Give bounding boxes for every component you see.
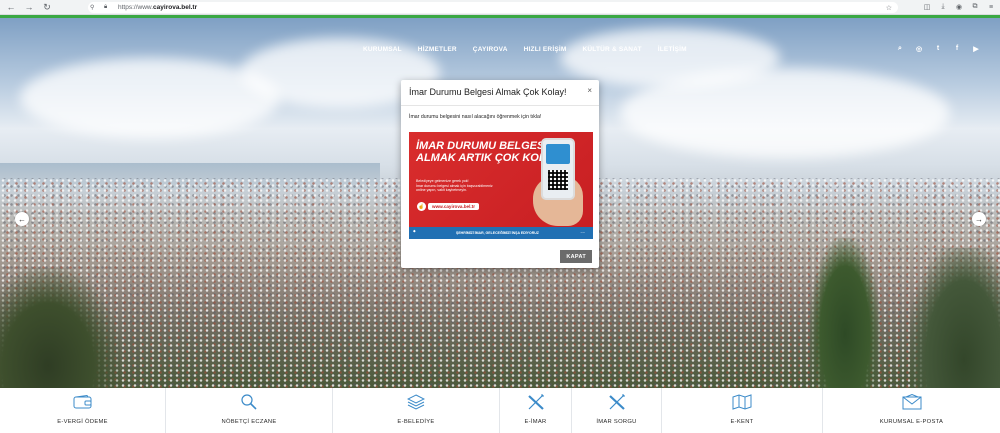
forward-icon[interactable]: → (22, 0, 36, 14)
pocket-icon[interactable]: ◫ (922, 2, 932, 12)
quick-link-label: E-BELEDİYE (397, 419, 435, 425)
imar-banner-image[interactable]: İMAR DURUMU BELGESİ ALMAK ARTIK ÇOK KOLA… (409, 132, 593, 239)
twitter-icon[interactable]: t (934, 45, 942, 53)
menu-icon[interactable]: ≡ (986, 2, 996, 12)
banner-text-line-3: online yapın, vakit kaybetmeyin. (416, 188, 467, 193)
reload-icon[interactable]: ↻ (40, 0, 54, 14)
banner-description: Belediyeye gelmenize gerek yok! İmar dur… (416, 179, 493, 193)
wallet-icon (73, 395, 93, 409)
search-icon[interactable]: ⌕ (896, 45, 904, 53)
bookmark-star-icon[interactable]: ☆ (886, 4, 892, 12)
quick-link-e-kent[interactable]: E-KENT (662, 388, 823, 433)
main-navigation: KURUMSAL HİZMETLER ÇAYIROVA HIZLI ERİŞİM… (363, 46, 703, 53)
cloud-shape (560, 28, 780, 88)
lock-icon[interactable]: 🔒︎ (104, 4, 114, 11)
quick-link-label: E-İMAR (524, 419, 547, 425)
instagram-icon[interactable]: ◎ (915, 45, 923, 53)
back-icon[interactable]: ← (4, 0, 18, 14)
ruler-pencil-icon (608, 394, 626, 410)
map-icon (732, 394, 752, 410)
signature-mark: ~~ (580, 230, 585, 235)
downloads-icon[interactable]: ⤓ (938, 2, 948, 12)
envelope-icon (902, 394, 922, 410)
banner-footer: ◆ ŞEHRİMİZİ İMAR, GELECEĞİMİZİ İNŞA EDİY… (409, 227, 593, 239)
url-protocol: https://www. (118, 4, 154, 11)
tree-shape (0, 268, 120, 388)
quick-links-bar: E-VERGİ ÖDEME NÖBETÇİ ECZANE E-BELEDİYE … (0, 388, 1000, 433)
browser-extensions: ◫ ⤓ ◉ ⧉ ≡ (922, 2, 996, 12)
qr-code-icon (548, 170, 568, 190)
nav-item-cayirova[interactable]: ÇAYIROVA (473, 46, 508, 53)
modal-body-link[interactable]: İmar durumu belgesini nasıl alacağını öğ… (409, 114, 541, 120)
announcement-modal: İmar Durumu Belgesi Almak Çok Kolay! × İ… (401, 80, 599, 268)
quick-link-label: İMAR SORGU (596, 419, 637, 425)
quick-link-kurumsal-eposta[interactable]: KURUMSAL E-POSTA (823, 388, 1000, 433)
nav-item-iletisim[interactable]: İLETİŞİM (658, 46, 687, 53)
nav-item-hizmetler[interactable]: HİZMETLER (418, 46, 457, 53)
quick-link-e-belediye[interactable]: E-BELEDİYE (333, 388, 500, 433)
account-icon[interactable]: ◉ (954, 2, 964, 12)
social-links: ⌕ ◎ t f ▶ (896, 45, 980, 53)
search-icon (240, 394, 258, 410)
tree-shape (910, 248, 1000, 388)
municipality-logo-icon: ◆ (413, 229, 416, 233)
click-hand-icon: ☝ (417, 202, 426, 211)
quick-link-e-imar[interactable]: E-İMAR (500, 388, 572, 433)
banner-url: www.cayirova.bel.tr (428, 203, 479, 210)
quick-link-label: E-KENT (730, 419, 754, 425)
browser-toolbar: ← → ↻ ⚲ 🔒︎ https://www.cayirova.bel.tr ☆… (0, 0, 1000, 15)
nav-item-hizli-erisim[interactable]: HIZLI ERİŞİM (524, 46, 567, 53)
quick-link-label: NÖBETÇİ ECZANE (221, 419, 277, 425)
slider-next-button[interactable]: → (972, 212, 986, 226)
url-text[interactable]: https://www.cayirova.bel.tr (118, 4, 197, 11)
modal-title: İmar Durumu Belgesi Almak Çok Kolay! (409, 87, 567, 97)
site-info-icon[interactable]: ⚲ (90, 4, 100, 11)
quick-link-label: KURUMSAL E-POSTA (879, 419, 944, 425)
address-bar[interactable]: ⚲ 🔒︎ https://www.cayirova.bel.tr ☆ (88, 2, 898, 13)
layers-icon (407, 394, 425, 410)
facebook-icon[interactable]: f (953, 45, 961, 53)
url-domain: cayirova.bel.tr (153, 4, 198, 11)
phone-screen-header (546, 144, 570, 164)
quick-link-label: E-VERGİ ÖDEME (57, 419, 108, 425)
ruler-pencil-icon (527, 394, 545, 410)
close-icon[interactable]: × (587, 86, 592, 95)
modal-divider (401, 105, 599, 106)
quick-link-e-vergi[interactable]: E-VERGİ ÖDEME (0, 388, 166, 433)
slider-prev-button[interactable]: ← (15, 212, 29, 226)
phone-illustration (541, 138, 575, 200)
tree-shape (810, 238, 880, 388)
nav-item-kultur-sanat[interactable]: KÜLTÜR & SANAT (583, 46, 642, 53)
close-button[interactable]: KAPAT (560, 250, 592, 263)
youtube-icon[interactable]: ▶ (972, 45, 980, 53)
banner-slogan: ŞEHRİMİZİ İMAR, GELECEĞİMİZİ İNŞA EDİYOR… (456, 231, 539, 235)
quick-link-imar-sorgu[interactable]: İMAR SORGU (572, 388, 662, 433)
nav-item-kurumsal[interactable]: KURUMSAL (363, 46, 402, 53)
extensions-icon[interactable]: ⧉ (970, 2, 980, 12)
quick-link-nobetci-eczane[interactable]: NÖBETÇİ ECZANE (166, 388, 333, 433)
